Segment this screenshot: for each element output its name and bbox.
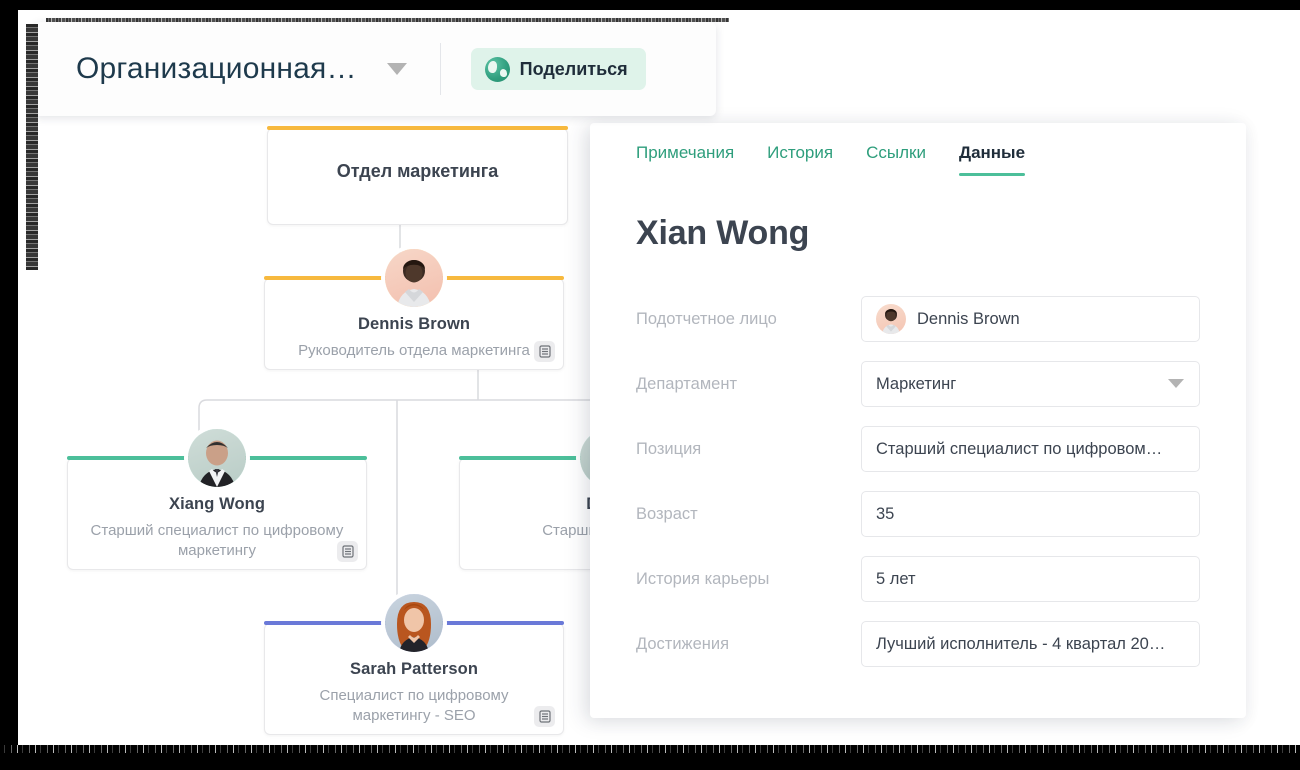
field-label: Подотчетное лицо — [636, 309, 777, 328]
field-label: Департамент — [636, 374, 738, 393]
department-title: Отдел маркетинга — [336, 161, 499, 181]
field-label: Возраст — [636, 504, 698, 523]
screenshot-root: Отдел маркетинга Dennis Brown Руководите… — [0, 0, 1300, 770]
field-label: Позиция — [636, 439, 702, 458]
position-field[interactable]: Старший специалист по цифровом… — [861, 426, 1200, 472]
app-canvas: Отдел маркетинга Dennis Brown Руководите… — [18, 10, 1300, 745]
node-person-role: Руководитель отдела маркетинга — [298, 342, 530, 359]
detail-panel: Примечания История Ссылки Данные Xian Wo… — [590, 123, 1246, 718]
field-row-achievements: Достижения Лучший исполнитель - 4 кварта… — [636, 621, 1200, 667]
left-border-artifact — [26, 24, 38, 270]
document-title[interactable]: Организационная… — [76, 52, 357, 86]
achievements-field[interactable]: Лучший исполнитель - 4 квартал 20… — [861, 621, 1200, 667]
tab-history[interactable]: История — [767, 143, 833, 176]
node-accent-bar — [267, 126, 568, 130]
globe-icon — [484, 56, 510, 82]
panel-tabs: Примечания История Ссылки Данные — [590, 123, 1246, 176]
avatar — [876, 304, 906, 334]
org-node-dennis-brown[interactable]: Dennis Brown Руководитель отдела маркети… — [264, 245, 564, 370]
org-node-sarah-patterson[interactable]: Sarah Patterson Специалист по цифровому … — [264, 590, 564, 735]
share-button[interactable]: Поделиться — [470, 48, 646, 90]
node-person-name: Xiang Wong — [168, 495, 266, 513]
data-fields: Подотчетное лицо Dennis Brown Департамен… — [590, 296, 1246, 667]
field-label: История карьеры — [636, 569, 770, 588]
tab-notes[interactable]: Примечания — [636, 143, 734, 176]
department-select[interactable]: Маркетинг — [861, 361, 1200, 407]
chevron-down-icon[interactable] — [386, 63, 407, 75]
field-row-reports-to: Подотчетное лицо Dennis Brown — [636, 296, 1200, 342]
age-field[interactable]: 35 — [861, 491, 1200, 537]
node-person-name: Sarah Patterson — [349, 660, 479, 678]
field-value: Маркетинг — [876, 374, 957, 393]
share-button-label: Поделиться — [519, 58, 628, 79]
field-row-department: Департамент Маркетинг — [636, 361, 1200, 407]
avatar — [184, 425, 250, 491]
records-icon[interactable] — [337, 541, 358, 562]
bottom-border-artifact — [0, 745, 1300, 753]
field-value: Лучший исполнитель - 4 квартал 20… — [876, 634, 1166, 653]
reports-to-field[interactable]: Dennis Brown — [861, 296, 1200, 342]
document-toolbar: Организационная… Поделиться — [34, 22, 716, 116]
field-row-age: Возраст 35 — [636, 491, 1200, 537]
field-value: 35 — [876, 504, 895, 523]
node-person-role: Старший специалист по цифровому маркетин… — [90, 522, 344, 560]
org-node-xiang-wong[interactable]: Xiang Wong Старший специалист по цифрово… — [67, 425, 367, 570]
chevron-down-icon[interactable] — [1168, 379, 1184, 388]
top-border-artifact — [46, 18, 729, 22]
field-row-position: Позиция Старший специалист по цифровом… — [636, 426, 1200, 472]
field-row-career-history: История карьеры 5 лет — [636, 556, 1200, 602]
node-person-name: Dennis Brown — [357, 315, 471, 333]
avatar — [381, 590, 447, 656]
field-value: 5 лет — [876, 569, 916, 588]
tab-data[interactable]: Данные — [958, 143, 1026, 176]
avatar — [381, 245, 447, 311]
records-icon[interactable] — [534, 706, 555, 727]
org-node-department[interactable]: Отдел маркетинга — [267, 126, 568, 225]
tab-links[interactable]: Ссылки — [866, 143, 926, 176]
records-icon[interactable] — [534, 341, 555, 362]
field-label: Достижения — [636, 634, 730, 653]
career-history-field[interactable]: 5 лет — [861, 556, 1200, 602]
toolbar-divider — [439, 43, 441, 95]
panel-person-name: Xian Wong — [636, 214, 810, 252]
field-value: Старший специалист по цифровом… — [876, 439, 1163, 458]
field-value: Dennis Brown — [917, 309, 1020, 328]
node-person-role: Специалист по цифровому маркетингу - SEO — [319, 687, 509, 725]
